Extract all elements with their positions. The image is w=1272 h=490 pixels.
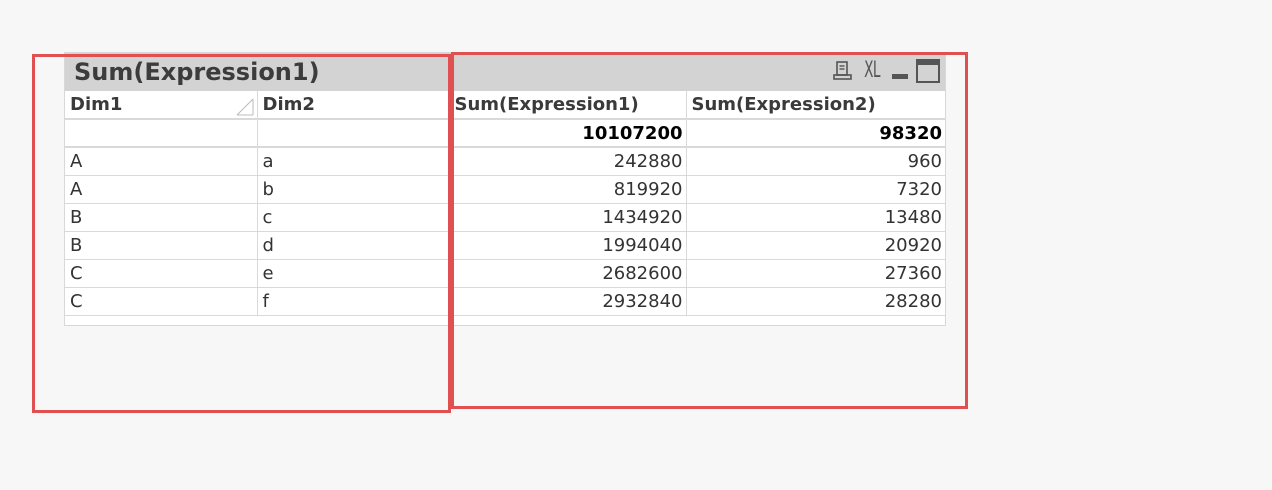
- expression2-cell: 7320: [686, 175, 945, 204]
- caption-icons: XL: [827, 57, 941, 85]
- dim1-cell[interactable]: C: [65, 259, 258, 288]
- column-header-dim2[interactable]: Dim2: [257, 91, 450, 120]
- expression2-cell: 27360: [686, 259, 945, 288]
- expression1-cell: 242880: [449, 147, 687, 176]
- object-caption[interactable]: Sum(Expression1) XL: [65, 53, 945, 91]
- column-header-label: Dim1: [70, 94, 123, 115]
- table-row[interactable]: B c 1434920 13480: [65, 203, 945, 232]
- dim2-cell[interactable]: e: [257, 259, 450, 288]
- canvas: Sum(Expression1) XL Dim1 Dim2 Sum(Expres…: [0, 0, 1272, 490]
- column-header-label: Sum(Expression1): [454, 94, 639, 115]
- dim2-cell[interactable]: f: [257, 287, 450, 316]
- total-cell: 98320: [686, 119, 945, 148]
- straight-table-object[interactable]: Sum(Expression1) XL Dim1 Dim2 Sum(Expres…: [65, 53, 945, 325]
- print-icon[interactable]: [832, 60, 854, 82]
- total-cell: 10107200: [449, 119, 687, 148]
- expression2-cell: 960: [686, 147, 945, 176]
- dim1-cell[interactable]: B: [65, 203, 258, 232]
- table-row[interactable]: A b 819920 7320: [65, 175, 945, 204]
- table-grid: Dim1 Dim2 Sum(Expression1) Sum(Expressio…: [65, 91, 945, 316]
- expression1-cell: 1994040: [449, 231, 687, 260]
- expression1-cell: 819920: [449, 175, 687, 204]
- column-header-label: Dim2: [262, 94, 315, 115]
- dim1-cell[interactable]: C: [65, 287, 258, 316]
- maximize-icon[interactable]: [915, 58, 941, 84]
- xl-export-icon[interactable]: XL: [864, 57, 880, 85]
- header-row: Dim1 Dim2 Sum(Expression1) Sum(Expressio…: [65, 91, 945, 120]
- dim1-cell[interactable]: B: [65, 231, 258, 260]
- sort-ascending-icon: [236, 98, 253, 116]
- table-row[interactable]: C f 2932840 28280: [65, 287, 945, 316]
- table-row[interactable]: B d 1994040 20920: [65, 231, 945, 260]
- total-cell: [257, 119, 450, 148]
- dim2-cell[interactable]: b: [257, 175, 450, 204]
- column-header-expression1[interactable]: Sum(Expression1): [449, 91, 687, 120]
- column-header-label: Sum(Expression2): [691, 94, 876, 115]
- dim1-cell[interactable]: A: [65, 175, 258, 204]
- expression1-cell: 2932840: [449, 287, 687, 316]
- table-row[interactable]: A a 242880 960: [65, 147, 945, 176]
- expression1-cell: 2682600: [449, 259, 687, 288]
- expression1-cell: 1434920: [449, 203, 687, 232]
- expression2-cell: 20920: [686, 231, 945, 260]
- dim2-cell[interactable]: a: [257, 147, 450, 176]
- dim2-cell[interactable]: c: [257, 203, 450, 232]
- column-header-dim1[interactable]: Dim1: [65, 91, 258, 120]
- total-cell: [65, 119, 258, 148]
- column-header-expression2[interactable]: Sum(Expression2): [686, 91, 945, 120]
- dim2-cell[interactable]: d: [257, 231, 450, 260]
- table-row[interactable]: C e 2682600 27360: [65, 259, 945, 288]
- totals-row: 10107200 98320: [65, 119, 945, 148]
- minimize-icon[interactable]: [890, 60, 910, 82]
- dim1-cell[interactable]: A: [65, 147, 258, 176]
- expression2-cell: 13480: [686, 203, 945, 232]
- caption-title: Sum(Expression1): [74, 58, 320, 86]
- expression2-cell: 28280: [686, 287, 945, 316]
